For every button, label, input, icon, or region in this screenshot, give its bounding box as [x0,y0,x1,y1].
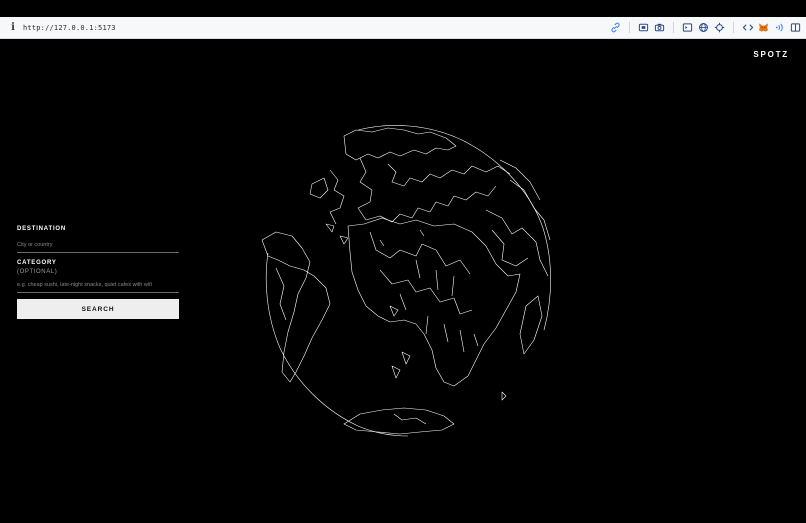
browser-toolbar [606,17,802,38]
metamask-fox-icon[interactable] [757,21,770,34]
category-label: CATEGORY [17,260,57,266]
globe-icon[interactable] [697,21,710,34]
screenshot-icon[interactable] [637,21,650,34]
browser-address-bar: i http://127.0.0.1:5173 [0,17,806,39]
wireframe-globe[interactable] [240,120,560,440]
toolbar-separator [629,22,630,33]
code-icon[interactable] [741,21,754,34]
toolbar-separator [733,22,734,33]
camera-icon[interactable] [653,21,666,34]
link-icon[interactable] [609,21,622,34]
toolbar-separator [673,22,674,33]
info-icon[interactable]: i [8,22,18,33]
brand-logo[interactable]: SPOTZ [753,50,789,59]
audio-icon[interactable] [773,21,786,34]
globe-limb-west [265,252,409,437]
search-button[interactable]: SEARCH [17,299,179,319]
madagascar-outline [519,295,543,355]
crosshair-icon[interactable] [713,21,726,34]
sidebar-icon[interactable] [789,21,802,34]
search-form: DESTINATION CATEGORY (OPTIONAL) SEARCH [17,226,179,319]
window-top-strip [0,0,806,17]
category-optional-label: (OPTIONAL) [17,269,58,275]
terminal-icon[interactable] [681,21,694,34]
destination-input[interactable] [17,236,179,253]
category-input[interactable] [17,276,179,293]
url-text[interactable]: http://127.0.0.1:5173 [23,24,116,32]
destination-label: DESTINATION [17,226,67,232]
